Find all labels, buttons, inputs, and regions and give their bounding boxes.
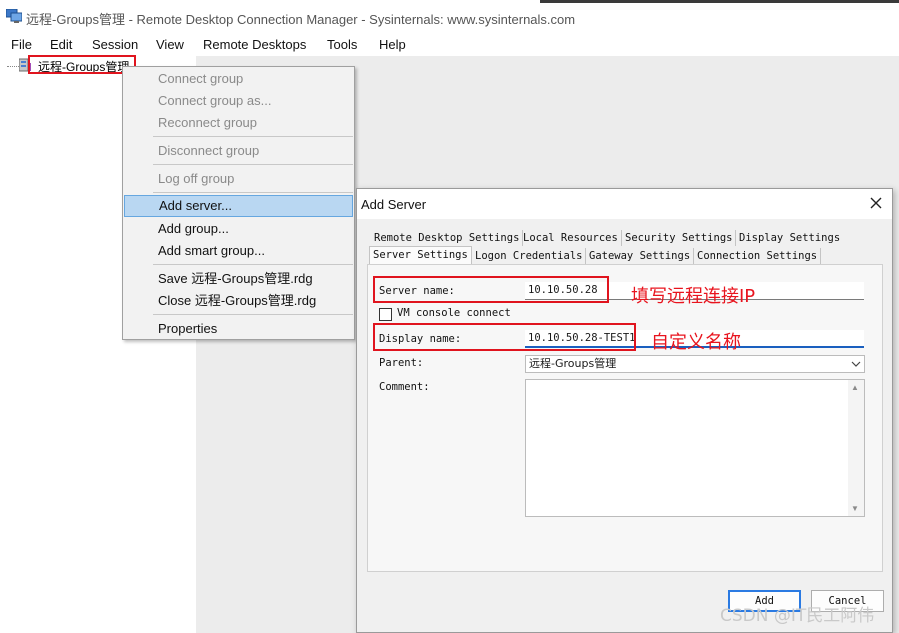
menu-item-disconnect-group[interactable]: Disconnect group	[123, 140, 354, 162]
csdn-watermark: CSDN @IT民工阿伟	[720, 606, 875, 626]
menu-item-properties[interactable]: Properties	[123, 318, 354, 340]
annotation-box-tree-root	[28, 55, 136, 74]
tab-logon-credentials[interactable]: Logon Credentials	[472, 248, 587, 264]
tab-connection-settings[interactable]: Connection Settings	[694, 248, 822, 264]
scroll-down-icon[interactable]: ▼	[851, 504, 859, 513]
close-icon[interactable]	[868, 195, 884, 211]
vm-console-label: VM console connect	[397, 307, 511, 319]
group-context-menu: Connect group Connect group as... Reconn…	[122, 66, 355, 340]
menu-item-save-rdg[interactable]: Save 远程-Groups管理.rdg	[123, 268, 354, 290]
window-titlebar: 远程-Groups管理 - Remote Desktop Connection …	[0, 0, 899, 34]
background-window-strip	[540, 0, 899, 3]
dialog-title: Add Server	[361, 197, 427, 212]
menu-item-connect-group[interactable]: Connect group	[123, 68, 354, 90]
menu-remote-desktops[interactable]: Remote Desktops	[203, 37, 306, 52]
menubar: File Edit Session View Remote Desktops T…	[0, 34, 899, 56]
tree-connector-line	[7, 66, 19, 67]
menu-help[interactable]: Help	[379, 37, 406, 52]
rdcman-app-icon	[6, 9, 22, 23]
menu-view[interactable]: View	[156, 37, 184, 52]
annotation-box-server-name	[373, 276, 609, 303]
parent-selected-value: 远程-Groups管理	[529, 357, 617, 370]
chevron-down-icon	[851, 361, 861, 367]
menu-separator	[153, 264, 353, 265]
scroll-up-icon[interactable]: ▲	[851, 383, 859, 392]
comment-scrollbar[interactable]: ▲ ▼	[848, 380, 864, 516]
menu-tools[interactable]: Tools	[327, 37, 357, 52]
annotation-box-display-name	[373, 323, 636, 351]
menu-item-close-rdg[interactable]: Close 远程-Groups管理.rdg	[123, 290, 354, 312]
menu-item-reconnect-group[interactable]: Reconnect group	[123, 112, 354, 134]
menu-item-add-group[interactable]: Add group...	[123, 218, 354, 240]
menu-item-log-off-group[interactable]: Log off group	[123, 168, 354, 190]
parent-label: Parent:	[379, 357, 424, 369]
menu-edit[interactable]: Edit	[50, 37, 72, 52]
menu-separator	[153, 164, 353, 165]
vm-console-checkbox[interactable]	[379, 308, 392, 321]
parent-dropdown[interactable]: 远程-Groups管理	[525, 355, 865, 373]
comment-label: Comment:	[379, 381, 430, 393]
menu-separator	[153, 314, 353, 315]
menu-item-connect-group-as[interactable]: Connect group as...	[123, 90, 354, 112]
annotation-server-note: 填写远程连接IP	[631, 286, 756, 307]
annotation-display-note: 自定义名称	[651, 332, 741, 353]
tab-server-settings[interactable]: Server Settings	[369, 246, 472, 264]
tab-gateway-settings[interactable]: Gateway Settings	[586, 248, 695, 264]
menu-separator	[153, 136, 353, 137]
menu-item-add-smart-group[interactable]: Add smart group...	[123, 240, 354, 262]
comment-textarea[interactable]: ▲ ▼	[525, 379, 865, 517]
tab-display-settings[interactable]: Display Settings	[736, 230, 843, 246]
menu-file[interactable]: File	[11, 37, 32, 52]
window-title: 远程-Groups管理 - Remote Desktop Connection …	[26, 12, 576, 27]
menu-session[interactable]: Session	[92, 37, 138, 52]
add-server-dialog: Add Server Remote Desktop Settings Local…	[356, 188, 893, 633]
menu-item-add-server[interactable]: Add server...	[124, 195, 353, 217]
dialog-titlebar: Add Server	[357, 189, 892, 219]
tab-security-settings[interactable]: Security Settings	[622, 230, 737, 246]
menu-separator	[153, 192, 353, 193]
tab-local-resources[interactable]: Local Resources	[520, 230, 622, 246]
tab-remote-desktop-settings[interactable]: Remote Desktop Settings	[371, 230, 524, 246]
